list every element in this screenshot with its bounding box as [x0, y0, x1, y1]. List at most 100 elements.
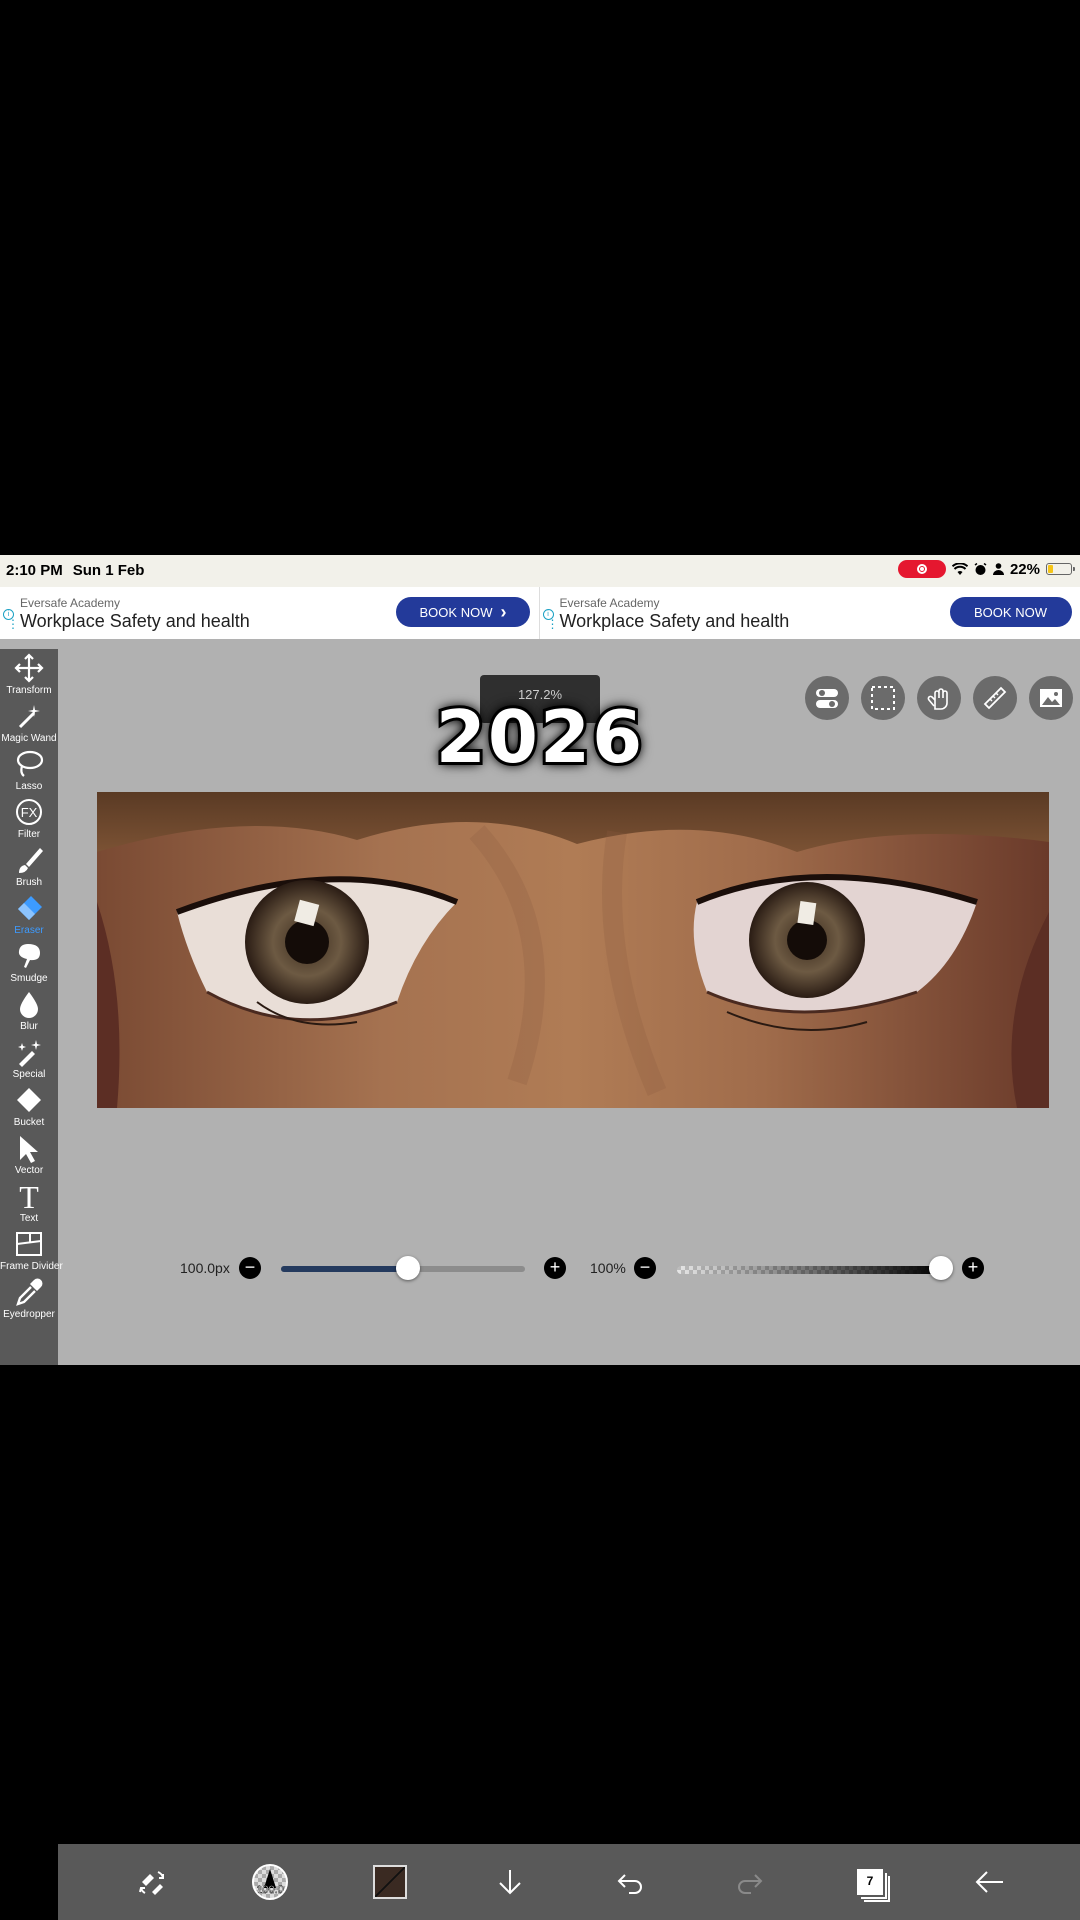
status-time: 2:10 PM: [6, 562, 63, 579]
svg-text:FX: FX: [21, 805, 38, 820]
person-icon: [992, 563, 1004, 575]
tool-label: Smudge: [10, 973, 48, 984]
opacity-slider[interactable]: [677, 1266, 941, 1274]
wifi-icon: [951, 562, 968, 575]
plus-icon: +: [967, 1257, 979, 1277]
brush-size-badge: 100.0: [256, 1884, 284, 1896]
color-picker-button[interactable]: [368, 1860, 412, 1904]
ruler-icon: [983, 686, 1007, 710]
chevron-right-icon: ›: [500, 601, 507, 622]
opacity-value: 100%: [590, 1260, 626, 1276]
image-button[interactable]: [1029, 676, 1073, 720]
brush-slider-row: 100.0px − + 100% − +: [0, 1250, 1080, 1286]
tool-special[interactable]: Special: [0, 1037, 58, 1085]
ad-more-icon[interactable]: ⋮: [7, 618, 19, 630]
size-decrease-button[interactable]: −: [239, 1257, 261, 1279]
layers-count: 7: [866, 1874, 874, 1888]
book-now-button[interactable]: BOOK NOW ›: [396, 597, 530, 627]
tool-text[interactable]: T Text: [0, 1181, 58, 1229]
ad-banner[interactable]: i ⋮ Eversafe Academy Workplace Safety an…: [0, 587, 540, 639]
undo-button[interactable]: [608, 1860, 652, 1904]
minus-icon: −: [244, 1257, 256, 1277]
svg-text:T: T: [19, 1181, 39, 1211]
text-icon: T: [19, 1181, 39, 1211]
redo-button[interactable]: [728, 1860, 772, 1904]
screen-record-icon[interactable]: [897, 560, 946, 578]
tool-brush[interactable]: Brush: [0, 845, 58, 893]
artwork-canvas[interactable]: [97, 792, 1049, 1108]
tool-bucket[interactable]: Bucket: [0, 1085, 58, 1133]
plus-icon: +: [549, 1257, 561, 1277]
brush-preview: 100.0: [252, 1864, 288, 1900]
opacity-increase-button[interactable]: +: [962, 1257, 984, 1279]
undo-icon: [617, 1874, 642, 1894]
selection-icon: [871, 686, 895, 710]
redo-icon: [738, 1874, 763, 1894]
tool-lasso[interactable]: Lasso: [0, 749, 58, 797]
tool-label: Text: [19, 1213, 39, 1224]
smudge-icon: [18, 944, 40, 968]
back-button[interactable]: [968, 1860, 1012, 1904]
size-increase-button[interactable]: +: [544, 1257, 566, 1279]
swap-brush-eraser-icon: [139, 1871, 164, 1895]
book-now-label: BOOK NOW: [974, 604, 1047, 620]
status-date: Sun 1 Feb: [72, 562, 145, 579]
tool-label: Eyedropper: [3, 1309, 55, 1320]
selection-button[interactable]: [861, 676, 905, 720]
image-icon: [1040, 689, 1062, 707]
tool-label: Magic Wand: [1, 733, 57, 744]
opacity-slider-handle[interactable]: [929, 1256, 953, 1280]
ad-sponsor: Eversafe Academy: [20, 596, 121, 610]
move-arrows-icon: [14, 653, 44, 683]
layers-icon: 7: [857, 1869, 883, 1895]
eraser-icon: [18, 896, 42, 920]
opacity-decrease-button[interactable]: −: [634, 1257, 656, 1279]
tool-filter[interactable]: FX Filter: [0, 797, 58, 845]
tool-label: Lasso: [15, 781, 43, 792]
bucket-icon: [17, 1088, 41, 1112]
alarm-icon: [974, 562, 987, 575]
battery-icon: [1046, 563, 1075, 575]
ad-title: Workplace Safety and health: [20, 611, 250, 631]
tool-blur[interactable]: Blur: [0, 989, 58, 1037]
layers-button[interactable]: 7: [848, 1860, 892, 1904]
brush-size-button[interactable]: 100.0: [248, 1860, 292, 1904]
bottom-bar: 100.0 7: [58, 1844, 1080, 1920]
ad-sponsor: Eversafe Academy: [559, 596, 660, 610]
ad-banner[interactable]: i ⋮ Eversafe Academy Workplace Safety an…: [539, 587, 1080, 639]
sparkle-pen-icon: [18, 1040, 41, 1067]
cursor-arrow-icon: [20, 1136, 38, 1163]
active-color-swatch: [373, 1865, 407, 1899]
swap-tool-button[interactable]: [130, 1860, 174, 1904]
brush-size-slider-handle[interactable]: [395, 1256, 420, 1280]
tool-label: Brush: [15, 877, 43, 888]
fx-icon: FX: [16, 799, 42, 825]
tool-label: Filter: [17, 829, 41, 840]
brush-size-value: 100.0px: [180, 1260, 230, 1276]
drop-icon: [20, 992, 38, 1018]
tool-smudge[interactable]: Smudge: [0, 941, 58, 989]
book-now-label: BOOK NOW: [419, 604, 493, 620]
ad-more-icon[interactable]: ⋮: [547, 618, 559, 630]
tool-label: Blur: [20, 1021, 38, 1032]
tool-transform[interactable]: Transform: [0, 653, 58, 701]
ruler-button[interactable]: [973, 676, 1017, 720]
tool-magic-wand[interactable]: Magic Wand: [0, 701, 58, 749]
battery-percent: 22%: [1009, 560, 1040, 578]
tool-vector[interactable]: Vector: [0, 1133, 58, 1181]
tool-label: Transform: [6, 685, 52, 696]
hand-icon: [927, 688, 948, 710]
brush-icon: [19, 848, 43, 873]
book-now-button[interactable]: BOOK NOW: [949, 597, 1072, 627]
tool-eraser[interactable]: Eraser: [0, 893, 58, 941]
tool-label: Eraser: [14, 925, 44, 936]
toggle-button[interactable]: [805, 676, 849, 720]
magic-wand-icon: [18, 705, 40, 729]
status-bar: 2:10 PM Sun 1 Feb 22%: [0, 555, 1080, 587]
year-overlay: 2026: [433, 692, 645, 782]
tool-label: Bucket: [13, 1117, 45, 1128]
tool-label: Special: [12, 1069, 46, 1080]
layer-down-button[interactable]: [488, 1860, 532, 1904]
minus-icon: −: [639, 1257, 651, 1277]
hand-button[interactable]: [917, 676, 961, 720]
